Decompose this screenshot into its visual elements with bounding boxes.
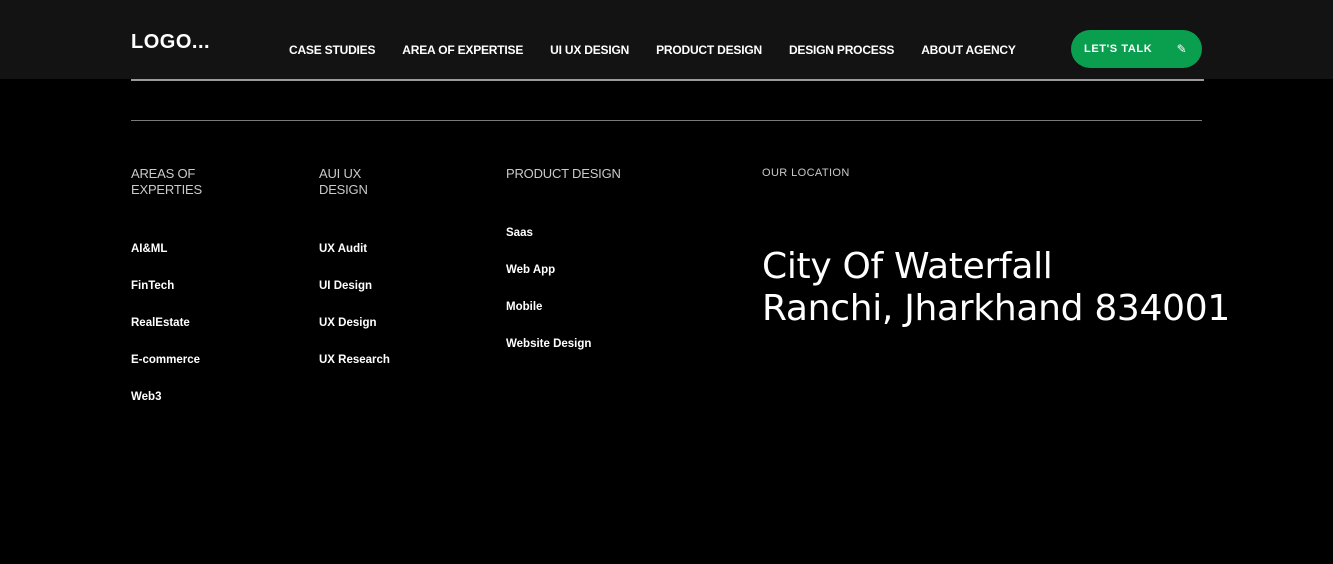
footer-link-ui-design[interactable]: UI Design [319, 279, 479, 293]
footer-link-ux-research[interactable]: UX Research [319, 353, 479, 367]
footer-link-ai-ml[interactable]: AI&ML [131, 242, 291, 256]
column-title-line: PRODUCT DESIGN [506, 166, 621, 181]
footer-link-fintech[interactable]: FinTech [131, 279, 291, 293]
footer-link-ux-design[interactable]: UX Design [319, 316, 479, 330]
footer-link-web3[interactable]: Web3 [131, 390, 291, 404]
nav-design-process[interactable]: DESIGN PROCESS [789, 43, 894, 57]
column-title-line: EXPERTIES [131, 182, 202, 197]
footer-link-ux-audit[interactable]: UX Audit [319, 242, 479, 256]
column-title: AREAS OF EXPERTIES [131, 166, 291, 198]
link-list: UX Audit UI Design UX Design UX Research [319, 242, 479, 367]
lets-talk-label: LET'S TALK [1084, 43, 1153, 55]
footer-divider [131, 120, 1202, 121]
address-line-2: Ranchi, Jharkhand 834001 [762, 288, 1230, 329]
footer-link-ecommerce[interactable]: E-commerce [131, 353, 291, 367]
column-title-line: DESIGN [319, 182, 368, 197]
nav-ui-ux-design[interactable]: UI UX DESIGN [550, 43, 629, 57]
header-divider [131, 79, 1204, 81]
location-block: OUR LOCATION City Of Waterfall Ranchi, J… [762, 166, 1230, 330]
column-title: PRODUCT DESIGN [506, 166, 706, 182]
column-title-line: AREAS OF [131, 166, 196, 181]
link-list: Saas Web App Mobile Website Design [506, 226, 706, 351]
location-title: OUR LOCATION [762, 167, 850, 179]
footer-link-website-design[interactable]: Website Design [506, 337, 706, 351]
lets-talk-button[interactable]: LET'S TALK ✎ [1071, 30, 1202, 68]
logo[interactable]: LOGO... [131, 31, 210, 54]
site-header: LOGO... CASE STUDIES AREA OF EXPERTISE U… [0, 0, 1333, 79]
footer-link-realestate[interactable]: RealEstate [131, 316, 291, 330]
pencil-icon: ✎ [1176, 42, 1188, 56]
footer-column-ui-ux: AUI UX DESIGN UX Audit UI Design UX Desi… [319, 166, 479, 390]
link-list: AI&ML FinTech RealEstate E-commerce Web3 [131, 242, 291, 404]
footer-link-mobile[interactable]: Mobile [506, 300, 706, 314]
main-nav: CASE STUDIES AREA OF EXPERTISE UI UX DES… [289, 43, 1043, 57]
footer-link-saas[interactable]: Saas [506, 226, 706, 240]
nav-about-agency[interactable]: ABOUT AGENCY [921, 43, 1016, 57]
column-title: AUI UX DESIGN [319, 166, 479, 198]
nav-area-of-expertise[interactable]: AREA OF EXPERTISE [402, 43, 523, 57]
address-line-1: City Of Waterfall [762, 246, 1053, 287]
address: City Of Waterfall Ranchi, Jharkhand 8340… [762, 246, 1230, 330]
footer-column-expertise: AREAS OF EXPERTIES AI&ML FinTech RealEst… [131, 166, 291, 427]
footer-link-web-app[interactable]: Web App [506, 263, 706, 277]
column-title-line: AUI UX [319, 166, 362, 181]
footer-column-product-design: PRODUCT DESIGN Saas Web App Mobile Websi… [506, 166, 706, 374]
nav-case-studies[interactable]: CASE STUDIES [289, 43, 375, 57]
nav-product-design[interactable]: PRODUCT DESIGN [656, 43, 762, 57]
